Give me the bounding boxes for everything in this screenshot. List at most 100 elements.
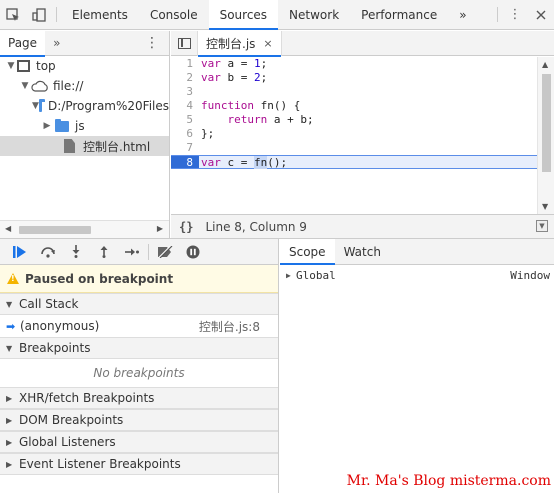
current-frame-arrow-icon: ➡ bbox=[6, 319, 16, 333]
navigator-header: Page » ⋮ bbox=[0, 30, 169, 57]
code-text: var b = 2; bbox=[201, 71, 268, 84]
step-out-icon[interactable] bbox=[90, 241, 118, 263]
line-number[interactable]: 1 bbox=[171, 57, 199, 71]
code-line[interactable]: 5 return a + b; bbox=[171, 113, 537, 127]
editor-status-bar: {} Line 8, Column 9 ▼ bbox=[171, 214, 554, 238]
section-title: Global Listeners bbox=[19, 435, 116, 449]
debugger-toolbar bbox=[0, 239, 278, 265]
code-text: var c = fn(); bbox=[201, 156, 288, 169]
editor-vertical-scrollbar[interactable]: ▲ ▼ bbox=[537, 57, 554, 214]
scope-tabbar: Scope Watch bbox=[280, 239, 554, 265]
customize-menu-icon[interactable]: ⋮ bbox=[502, 0, 528, 29]
line-number[interactable]: 2 bbox=[171, 71, 199, 85]
deactivate-breakpoints-icon[interactable] bbox=[151, 241, 179, 263]
cloud-icon bbox=[31, 80, 48, 92]
tree-item-html-file[interactable]: 控制台.html bbox=[0, 136, 169, 156]
current-execution-line[interactable]: 8 var c = fn(); bbox=[171, 155, 537, 169]
paused-message: Paused on breakpoint bbox=[25, 271, 174, 286]
section-title: DOM Breakpoints bbox=[19, 413, 124, 427]
collapsed-arrow-icon[interactable]: ▶ bbox=[6, 438, 19, 447]
line-number[interactable]: 5 bbox=[171, 113, 199, 127]
code-text: var a = 1; bbox=[201, 57, 268, 70]
code-line[interactable]: 3 bbox=[171, 85, 537, 99]
call-frame[interactable]: ➡ (anonymous) 控制台.js:8 bbox=[0, 315, 278, 337]
collapsed-arrow-icon[interactable]: ▶ bbox=[6, 416, 19, 425]
xhr-breakpoints-header[interactable]: ▶ XHR/fetch Breakpoints bbox=[0, 387, 278, 409]
resume-icon[interactable] bbox=[6, 241, 34, 263]
collapsed-arrow-icon[interactable]: ▶ bbox=[6, 460, 19, 469]
code-line[interactable]: 7 bbox=[171, 141, 537, 155]
event-listener-breakpoints-header[interactable]: ▶ Event Listener Breakpoints bbox=[0, 453, 278, 475]
step-icon[interactable] bbox=[118, 241, 146, 263]
scrollbar-thumb[interactable] bbox=[542, 74, 551, 172]
tab-elements[interactable]: Elements bbox=[61, 0, 139, 29]
code-text: }; bbox=[201, 127, 215, 140]
code-line[interactable]: 6 }; bbox=[171, 127, 537, 141]
no-breakpoints-message: No breakpoints bbox=[93, 366, 185, 380]
expanded-arrow-icon[interactable]: ▼ bbox=[5, 61, 17, 71]
code-line[interactable]: 1 var a = 1; bbox=[171, 57, 537, 71]
tree-item-label: D:/Program%20Files bbox=[48, 99, 169, 113]
scroll-up-icon[interactable]: ▲ bbox=[542, 60, 548, 69]
expanded-arrow-icon[interactable]: ▼ bbox=[6, 344, 19, 353]
device-toolbar-icon[interactable] bbox=[26, 0, 52, 29]
dom-breakpoints-header[interactable]: ▶ DOM Breakpoints bbox=[0, 409, 278, 431]
code-area[interactable]: 1 var a = 1; 2 var b = 2; 3 4 function f… bbox=[171, 57, 537, 214]
line-number[interactable]: 7 bbox=[171, 141, 199, 155]
pretty-print-icon[interactable]: {} bbox=[179, 220, 193, 234]
tab-watch[interactable]: Watch bbox=[335, 239, 390, 264]
step-into-icon[interactable] bbox=[62, 241, 90, 263]
code-line[interactable]: 2 var b = 2; bbox=[171, 71, 537, 85]
scrollbar-thumb[interactable] bbox=[19, 226, 91, 234]
close-tab-icon[interactable]: × bbox=[263, 37, 272, 50]
close-devtools-icon[interactable] bbox=[528, 0, 554, 29]
editor-tabbar: 控制台.js × bbox=[171, 30, 554, 57]
navigator-more-icon[interactable]: » bbox=[45, 36, 68, 50]
editor-file-tab[interactable]: 控制台.js × bbox=[197, 30, 282, 57]
expanded-arrow-icon[interactable]: ▼ bbox=[19, 81, 31, 91]
source-editor: 控制台.js × 1 var a = 1; 2 var b = 2; 3 4 f… bbox=[171, 30, 554, 238]
scope-item-global[interactable]: ▶ Global Window bbox=[280, 265, 554, 285]
inspect-element-icon[interactable] bbox=[0, 0, 26, 29]
line-number[interactable]: 4 bbox=[171, 99, 199, 113]
code-text: function fn() { bbox=[201, 99, 301, 112]
toggle-navigator-icon[interactable] bbox=[171, 37, 197, 49]
scroll-down-icon[interactable]: ▼ bbox=[542, 202, 548, 211]
tree-item-file-origin[interactable]: ▼ file:// bbox=[0, 76, 169, 96]
section-title: Breakpoints bbox=[19, 341, 91, 355]
expanded-arrow-icon[interactable]: ▼ bbox=[32, 101, 39, 111]
line-number[interactable]: 6 bbox=[171, 127, 199, 141]
scope-value: Window bbox=[510, 268, 550, 282]
tree-item-folder[interactable]: ▼ D:/Program%20Files bbox=[0, 96, 169, 116]
call-frame-location[interactable]: 控制台.js:8 bbox=[199, 318, 260, 335]
call-stack-header[interactable]: ▼ Call Stack bbox=[0, 293, 278, 315]
collapsed-arrow-icon[interactable]: ▶ bbox=[6, 394, 19, 403]
tree-item-js-folder[interactable]: ▶ js bbox=[0, 116, 169, 136]
tab-network[interactable]: Network bbox=[278, 0, 350, 29]
scroll-right-icon[interactable]: ▶ bbox=[157, 224, 163, 233]
expanded-arrow-icon[interactable]: ▼ bbox=[6, 300, 19, 309]
step-over-icon[interactable] bbox=[34, 241, 62, 263]
scroll-left-icon[interactable]: ◀ bbox=[5, 224, 11, 233]
tab-scope[interactable]: Scope bbox=[280, 239, 335, 265]
coverage-toggle-icon[interactable]: ▼ bbox=[536, 220, 548, 232]
tab-sources[interactable]: Sources bbox=[208, 0, 279, 30]
tab-console[interactable]: Console bbox=[139, 0, 209, 29]
global-listeners-header[interactable]: ▶ Global Listeners bbox=[0, 431, 278, 453]
scope-name: Global bbox=[296, 268, 336, 282]
more-tabs-icon[interactable]: » bbox=[448, 0, 477, 29]
collapsed-arrow-icon[interactable]: ▶ bbox=[41, 121, 53, 131]
pause-on-exceptions-icon[interactable] bbox=[179, 241, 207, 263]
navigator-menu-icon[interactable]: ⋮ bbox=[145, 35, 159, 51]
breakpoints-header[interactable]: ▼ Breakpoints bbox=[0, 337, 278, 359]
paused-banner: Paused on breakpoint bbox=[0, 265, 278, 293]
breakpoint-line-number[interactable]: 8 bbox=[171, 156, 199, 169]
tab-page[interactable]: Page bbox=[0, 30, 46, 57]
navigator-horizontal-scrollbar[interactable]: ◀ ▶ bbox=[0, 220, 169, 238]
tree-item-top[interactable]: ▼ top bbox=[0, 56, 169, 76]
code-line[interactable]: 4 function fn() { bbox=[171, 99, 537, 113]
collapsed-arrow-icon[interactable]: ▶ bbox=[286, 271, 296, 280]
tab-performance[interactable]: Performance bbox=[350, 0, 448, 29]
line-number[interactable]: 3 bbox=[171, 85, 199, 99]
tree-item-label: top bbox=[36, 59, 56, 73]
